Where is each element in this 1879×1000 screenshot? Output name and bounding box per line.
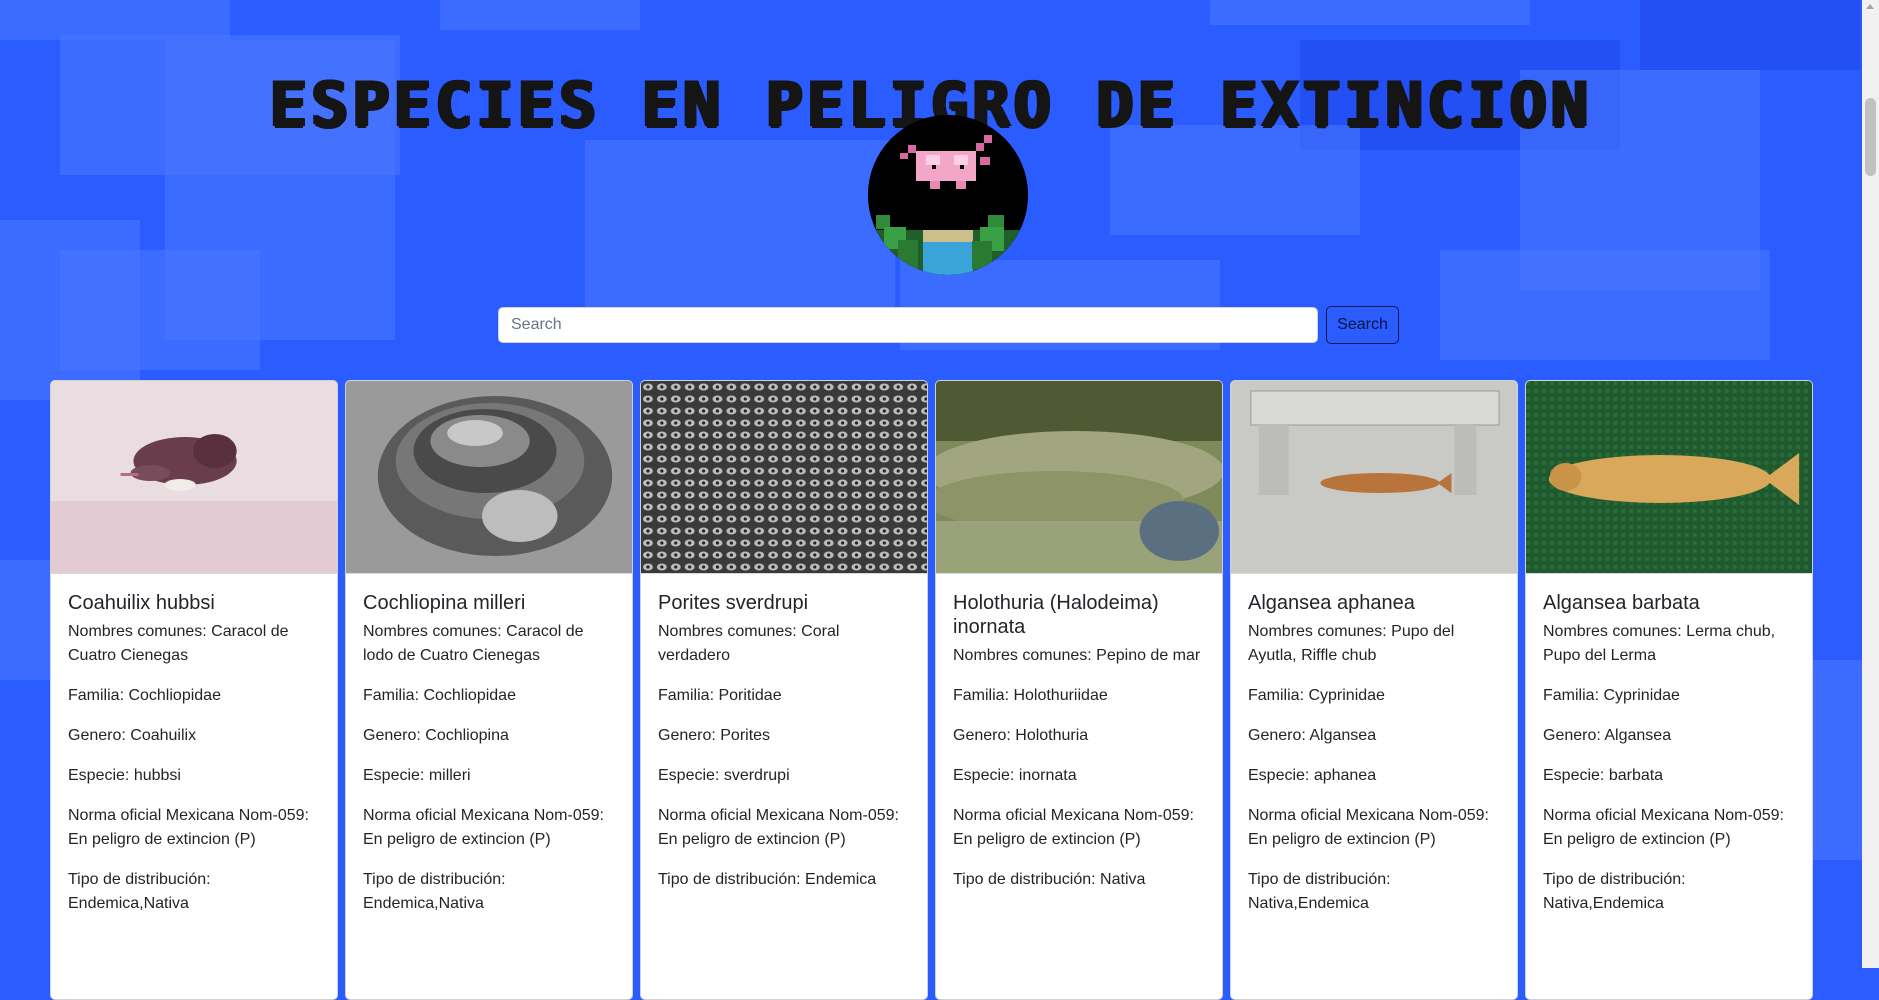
species-genus: Genero: Coahuilix [68,727,197,744]
species-species: Especie: milleri [363,767,471,784]
species-common-names: Nombres comunes: Caracol de Cuatro Ciene… [68,623,289,664]
species-name: Porites sverdrupi [658,592,809,614]
species-name: Algansea aphanea [1248,592,1415,614]
species-image [1526,381,1812,574]
species-common-names: Nombres comunes: Pepino de mar [953,647,1201,664]
species-family: Familia: Cyprinidae [1543,687,1680,704]
species-species: Especie: inornata [953,767,1077,784]
species-nom059: Norma oficial Mexicana Nom-059: En pelig… [68,807,309,848]
species-image [51,381,337,574]
species-nom059: Norma oficial Mexicana Nom-059: En pelig… [1248,807,1489,848]
species-nom059: Norma oficial Mexicana Nom-059: En pelig… [658,807,899,848]
species-image [641,381,927,574]
species-image [1231,381,1517,574]
species-species: Especie: sverdrupi [658,767,790,784]
species-common-names: Nombres comunes: Pupo del Ayutla, Riffle… [1248,623,1455,664]
species-distribution: Tipo de distribución: Nativa,Endemica [1543,871,1686,912]
scrollbar-thumb[interactable] [1865,98,1876,176]
species-nom059: Norma oficial Mexicana Nom-059: En pelig… [363,807,604,848]
species-distribution: Tipo de distribución: Endemica [658,871,877,888]
species-card: Porites sverdrupi Nombres comunes: Coral… [640,380,928,1000]
species-distribution: Tipo de distribución: Nativa [953,871,1146,888]
species-card: Algansea aphanea Nombres comunes: Pupo d… [1230,380,1518,1000]
species-name: Coahuilix hubbsi [68,592,215,614]
species-family: Familia: Cochliopidae [68,687,221,704]
species-common-names: Nombres comunes: Coral verdadero [658,623,840,664]
search-form: Search [498,306,1399,344]
species-name: Algansea barbata [1543,592,1700,614]
search-button[interactable]: Search [1326,306,1399,344]
scroll-up-icon[interactable] [1866,4,1874,9]
species-distribution: Tipo de distribución: Nativa,Endemica [1248,871,1391,912]
species-family: Familia: Poritidae [658,687,782,704]
species-image [346,381,632,574]
species-card-list: Coahuilix hubbsi Nombres comunes: Caraco… [50,380,1813,1000]
search-input[interactable] [498,307,1318,343]
axolotl-logo [868,115,1028,275]
species-card: Coahuilix hubbsi Nombres comunes: Caraco… [50,380,338,1000]
species-distribution: Tipo de distribución: Endemica,Nativa [68,871,211,912]
species-species: Especie: barbata [1543,767,1664,784]
species-nom059: Norma oficial Mexicana Nom-059: En pelig… [953,807,1194,848]
species-genus: Genero: Algansea [1543,727,1672,744]
species-genus: Genero: Cochliopina [363,727,509,744]
species-family: Familia: Cyprinidae [1248,687,1385,704]
species-nom059: Norma oficial Mexicana Nom-059: En pelig… [1543,807,1784,848]
species-name: Holothuria (Halodeima) inornata [953,592,1159,638]
species-genus: Genero: Algansea [1248,727,1377,744]
species-species: Especie: aphanea [1248,767,1377,784]
species-genus: Genero: Porites [658,727,771,744]
species-family: Familia: Holothuriidae [953,687,1108,704]
species-card: Holothuria (Halodeima) inornata Nombres … [935,380,1223,1000]
species-common-names: Nombres comunes: Lerma chub, Pupo del Le… [1543,623,1776,664]
species-common-names: Nombres comunes: Caracol de lodo de Cuat… [363,623,584,664]
page-scrollbar[interactable] [1862,0,1879,968]
species-genus: Genero: Holothuria [953,727,1089,744]
species-family: Familia: Cochliopidae [363,687,516,704]
species-name: Cochliopina milleri [363,592,526,614]
species-image [936,381,1222,574]
species-species: Especie: hubbsi [68,767,181,784]
species-card: Cochliopina milleri Nombres comunes: Car… [345,380,633,1000]
species-card: Algansea barbata Nombres comunes: Lerma … [1525,380,1813,1000]
species-distribution: Tipo de distribución: Endemica,Nativa [363,871,506,912]
